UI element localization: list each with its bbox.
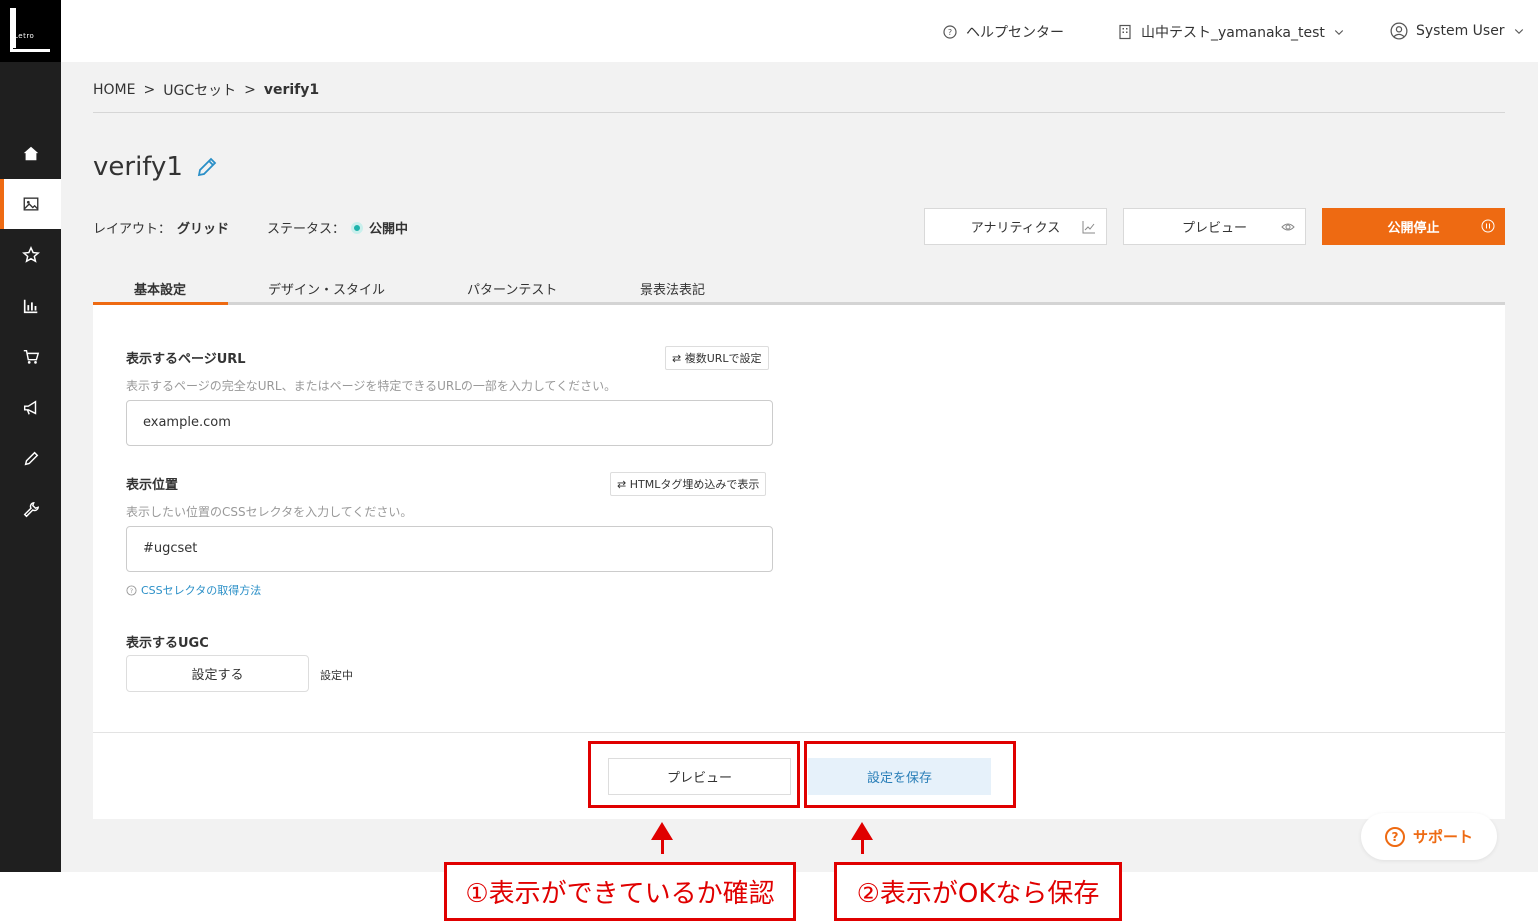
support-button[interactable]: ? サポート	[1361, 813, 1497, 860]
ugc-settings-button[interactable]: 設定する	[126, 655, 309, 692]
unpublish-button[interactable]: 公開停止	[1322, 208, 1505, 245]
sidebar-item-favorites[interactable]	[0, 230, 61, 280]
status-label: ステータス：	[267, 222, 346, 237]
help-center-link[interactable]: ? ヘルプセンター	[942, 22, 1064, 42]
account-selector[interactable]: 山中テスト_yamanaka_test	[1117, 22, 1345, 42]
account-name: 山中テスト_yamanaka_test	[1141, 25, 1325, 41]
sidebar-item-settings[interactable]	[0, 485, 61, 535]
css-selector-input[interactable]: #ugcset	[126, 526, 773, 572]
unpublish-label: 公開停止	[1387, 221, 1440, 236]
megaphone-icon	[23, 400, 36, 415]
edit-pencil-icon[interactable]	[195, 155, 219, 179]
question-icon: ?	[1384, 826, 1405, 847]
annotation-box-preview	[588, 741, 800, 808]
multi-url-button[interactable]: ⇄ 複数URLで設定	[665, 346, 769, 370]
annotation-arrow	[661, 838, 664, 854]
support-label: サポート	[1412, 828, 1473, 846]
chevron-down-icon	[1334, 30, 1344, 36]
layout-label: レイアウト：	[93, 222, 172, 237]
star-icon	[21, 246, 40, 263]
css-selector-help-label: CSSセレクタの取得方法	[141, 584, 262, 597]
logo-mark	[10, 8, 50, 52]
page-title-row: verify1	[93, 152, 219, 182]
sidebar-item-campaign[interactable]	[0, 383, 61, 433]
breadcrumb-separator: >	[143, 82, 156, 98]
ugc-settings-label: 設定する	[191, 668, 244, 683]
user-menu[interactable]: System User	[1390, 22, 1525, 40]
sidebar: Letro	[0, 0, 61, 872]
status-info: ステータス： 公開中	[267, 218, 408, 237]
eye-icon	[1281, 223, 1295, 231]
cart-icon	[23, 349, 39, 364]
pencil-icon	[24, 451, 38, 466]
position-help: 表示したい位置のCSSセレクタを入力してください。	[126, 505, 413, 519]
wrench-icon	[23, 501, 39, 518]
pause-circle-icon	[1481, 219, 1495, 233]
home-icon	[23, 146, 38, 161]
sidebar-item-ugc[interactable]	[0, 179, 61, 229]
help-center-label: ヘルプセンター	[966, 25, 1064, 41]
breadcrumb-home[interactable]: HOME	[93, 82, 135, 98]
image-icon	[23, 197, 38, 211]
tab-labeling[interactable]: 景表法表記	[640, 279, 705, 298]
ugc-label: 表示するUGC	[126, 636, 209, 651]
multi-url-label: ⇄ 複数URLで設定	[672, 352, 762, 365]
preview-button-top[interactable]: プレビュー	[1123, 208, 1306, 245]
analytics-label: アナリティクス	[970, 221, 1061, 236]
breadcrumb-current: verify1	[263, 82, 320, 98]
panel-divider	[93, 732, 1505, 733]
page-title: verify1	[93, 152, 183, 182]
status-dot	[351, 221, 364, 234]
url-help: 表示するページの完全なURL、またはページを特定できるURLの一部を入力してくだ…	[126, 379, 617, 393]
sidebar-item-home[interactable]	[0, 129, 61, 179]
breadcrumb-separator: >	[244, 82, 256, 98]
callout-check-preview: ①表示ができているか確認	[444, 862, 796, 921]
sidebar-item-analytics[interactable]	[0, 281, 61, 331]
tab-basic-settings[interactable]: 基本設定	[134, 279, 186, 298]
html-embed-button[interactable]: ⇄ HTMLタグ埋め込みで表示	[610, 472, 767, 496]
svg-text:?: ?	[130, 586, 133, 594]
sidebar-item-edit[interactable]	[0, 434, 61, 484]
url-label: 表示するページURL	[126, 352, 246, 367]
status-value: 公開中	[369, 222, 409, 237]
letro-logo[interactable]: Letro	[0, 0, 61, 62]
analytics-button[interactable]: アナリティクス	[924, 208, 1107, 245]
trend-chart-icon	[1082, 221, 1095, 234]
chevron-down-icon	[1514, 29, 1523, 35]
breadcrumb-parent[interactable]: UGCセット	[163, 80, 236, 100]
annotation-box-save	[804, 741, 1016, 808]
position-label: 表示位置	[126, 478, 179, 493]
user-circle-icon	[1390, 22, 1408, 40]
css-selector-help-link[interactable]: ? CSSセレクタの取得方法	[126, 582, 261, 598]
tab-pattern-test[interactable]: パターンテスト	[467, 279, 557, 298]
layout-info: レイアウト： グリッド	[93, 218, 229, 237]
building-icon	[1119, 24, 1131, 40]
sidebar-item-shop[interactable]	[0, 332, 61, 382]
html-embed-label: ⇄ HTMLタグ埋め込みで表示	[617, 478, 760, 491]
breadcrumb: HOME > UGCセット > verify1	[93, 80, 319, 100]
chart-icon	[23, 299, 37, 314]
logo-text: Letro	[14, 32, 35, 40]
url-input[interactable]: example.com	[126, 400, 773, 446]
question-circle-icon: ?	[943, 25, 957, 39]
question-circle-icon: ?	[126, 584, 137, 596]
layout-value: グリッド	[177, 222, 230, 237]
tab-design-style[interactable]: デザイン・スタイル	[268, 279, 385, 298]
divider	[93, 112, 1505, 113]
user-name: System User	[1416, 23, 1505, 39]
svg-text:?: ?	[948, 28, 952, 37]
annotation-arrow	[861, 838, 864, 854]
preview-label: プレビュー	[1181, 221, 1247, 236]
callout-save: ②表示がOKなら保存	[834, 862, 1122, 921]
ugc-status: 設定中	[320, 669, 353, 682]
